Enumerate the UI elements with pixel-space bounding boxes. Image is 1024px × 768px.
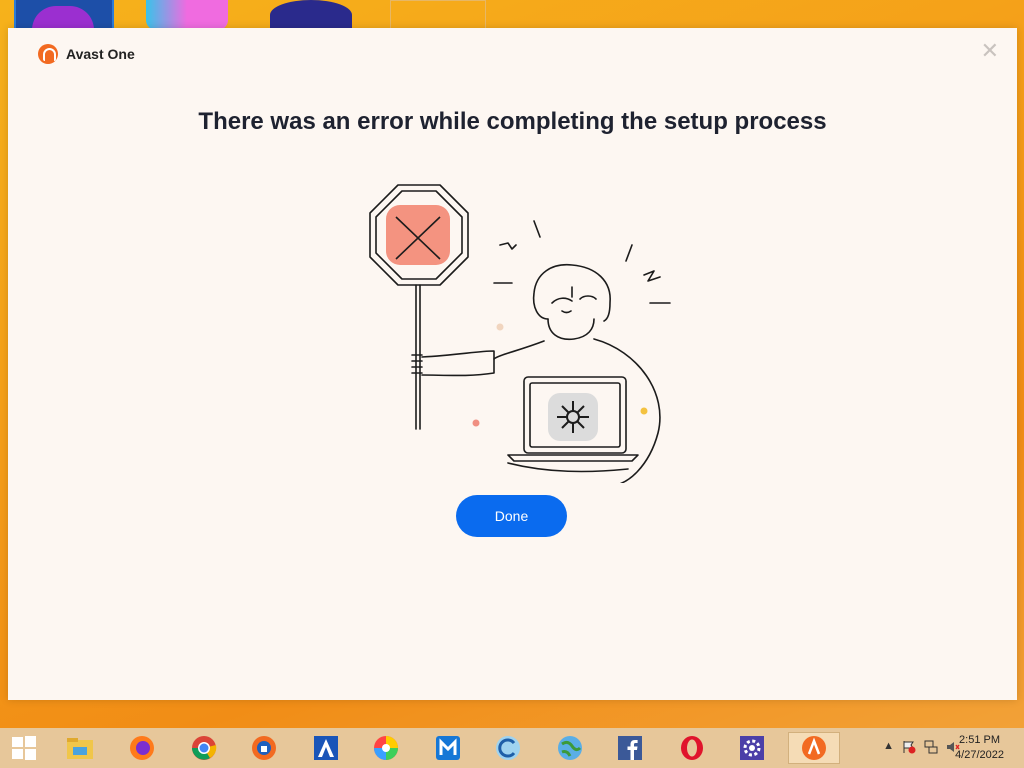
facebook-icon[interactable] [612,732,648,764]
ccleaner-icon[interactable] [490,732,526,764]
clock-date: 4/27/2022 [955,749,1004,761]
firefox-icon[interactable] [124,732,160,764]
taskbar: ▲ 2:51 PM 4/27/2022 [0,728,1024,768]
settings-icon[interactable] [734,732,770,764]
done-button[interactable]: Done [456,495,567,537]
close-icon[interactable]: ✕ [981,40,999,62]
dialog-header: Avast One [38,44,135,64]
network-icon[interactable] [924,740,938,757]
setup-error-dialog: Avast One ✕ There was an error while com… [8,28,1017,700]
avast-one-icon[interactable] [788,732,840,764]
app-name: Avast One [66,46,135,62]
clock-time: 2:51 PM [959,734,1001,746]
globe-icon[interactable] [552,732,588,764]
error-title: There was an error while completing the … [198,108,827,135]
windows-start-icon[interactable] [6,732,42,764]
action-center-flag-icon[interactable] [902,740,916,757]
avast-antivirus-icon[interactable] [308,732,344,764]
colorful-wheel-icon[interactable] [368,732,404,764]
system-tray: ▲ [883,740,960,757]
avast-logo-icon [38,44,58,64]
tray-expand-icon[interactable]: ▲ [883,740,894,757]
desktop-icon[interactable] [270,0,352,30]
maxthon-icon[interactable] [430,732,466,764]
file-explorer-icon[interactable] [62,732,98,764]
desktop-icon[interactable] [390,0,486,30]
chrome-icon[interactable] [186,732,222,764]
error-illustration [369,184,671,483]
avast-secure-browser-icon[interactable] [246,732,282,764]
opera-icon[interactable] [674,732,710,764]
desktop-icon[interactable] [146,0,228,30]
clock[interactable]: 2:51 PM 4/27/2022 [955,733,1004,763]
